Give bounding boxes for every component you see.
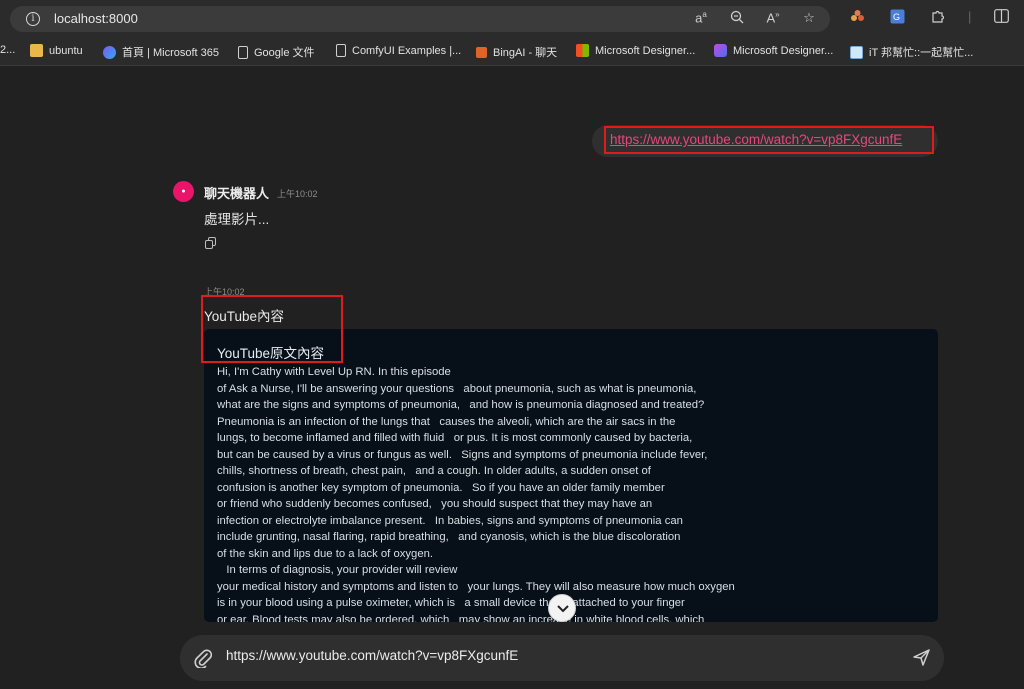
bookmark-item[interactable]: ubuntu	[30, 44, 83, 57]
microsoft-365-icon	[103, 45, 116, 59]
address-tools: aa A» ☆	[692, 10, 818, 27]
address-bar[interactable]: i localhost:8000 aa A» ☆	[10, 6, 830, 32]
bookmark-item[interactable]: Microsoft Designer...	[576, 44, 695, 57]
page-icon	[238, 45, 248, 59]
message-timestamp: 上午10:02	[204, 287, 245, 297]
extension-flower-icon[interactable]	[848, 9, 866, 27]
zoom-icon[interactable]	[728, 10, 746, 27]
bot-message: 處理影片...	[204, 212, 270, 227]
scroll-down-button[interactable]	[548, 594, 576, 622]
transcript-text: Hi, I'm Cathy with Level Up RN. In this …	[217, 366, 735, 622]
bookmark-item[interactable]: 首頁 | Microsoft 365	[103, 44, 219, 60]
bookmarks-bar: 2... ubuntu 首頁 | Microsoft 365 Google 文件…	[0, 36, 1024, 66]
bookmark-item[interactable]: Google 文件	[238, 44, 315, 60]
microsoft-logo-icon	[576, 44, 589, 57]
divider-icon: |	[968, 9, 972, 24]
designer-icon	[714, 44, 727, 57]
chevron-down-icon	[557, 605, 569, 613]
message-timestamp: 上午10:02	[277, 189, 318, 199]
split-screen-icon[interactable]	[992, 9, 1010, 27]
read-aloud-icon[interactable]: aa	[692, 10, 710, 27]
svg-text:G: G	[893, 12, 900, 22]
bookmark-item[interactable]: iT 邦幫忙::一起幫忙...	[850, 44, 973, 60]
youtube-content-title: YouTube內容	[204, 309, 285, 324]
bookmark-item[interactable]: ComfyUI Examples |...	[336, 44, 461, 57]
address-url[interactable]: localhost:8000	[54, 11, 138, 26]
bookmark-item[interactable]: BingAI - 聊天	[476, 44, 557, 60]
extension-tools: G | ☆	[848, 9, 1024, 27]
message-composer: https://www.youtube.com/watch?v=vp8FXgcu…	[180, 635, 944, 681]
attach-paperclip-icon[interactable]	[194, 648, 213, 673]
bot-name: 聊天機器人	[204, 186, 270, 201]
transcript-block: YouTube原文內容 Hi, I'm Cathy with Level Up …	[204, 329, 938, 622]
extensions-puzzle-icon[interactable]	[928, 9, 946, 27]
ithome-icon	[850, 45, 863, 59]
translate-extension-icon[interactable]: G	[888, 9, 906, 27]
bookmark-item[interactable]: Microsoft Designer...	[714, 44, 833, 57]
bookmark-item[interactable]: 2...	[0, 44, 15, 56]
browser-toolbar: i localhost:8000 aa A» ☆ G | ☆	[0, 0, 1024, 36]
folder-icon	[30, 44, 43, 57]
copy-icon[interactable]	[204, 236, 218, 250]
transcript-heading: YouTube原文內容	[217, 346, 325, 361]
favorite-star-icon[interactable]: ☆	[800, 10, 818, 27]
immersive-reader-icon[interactable]: A»	[764, 10, 782, 27]
bot-avatar: ●	[173, 181, 194, 202]
user-message-link[interactable]: https://www.youtube.com/watch?v=vp8FXgcu…	[604, 126, 934, 154]
bing-ai-icon	[476, 46, 487, 58]
chat-area: https://www.youtube.com/watch?v=vp8FXgcu…	[0, 67, 1024, 689]
page-icon	[336, 44, 346, 57]
site-info-icon[interactable]: i	[26, 12, 40, 26]
message-input[interactable]: https://www.youtube.com/watch?v=vp8FXgcu…	[226, 648, 518, 663]
send-icon[interactable]	[913, 649, 930, 671]
